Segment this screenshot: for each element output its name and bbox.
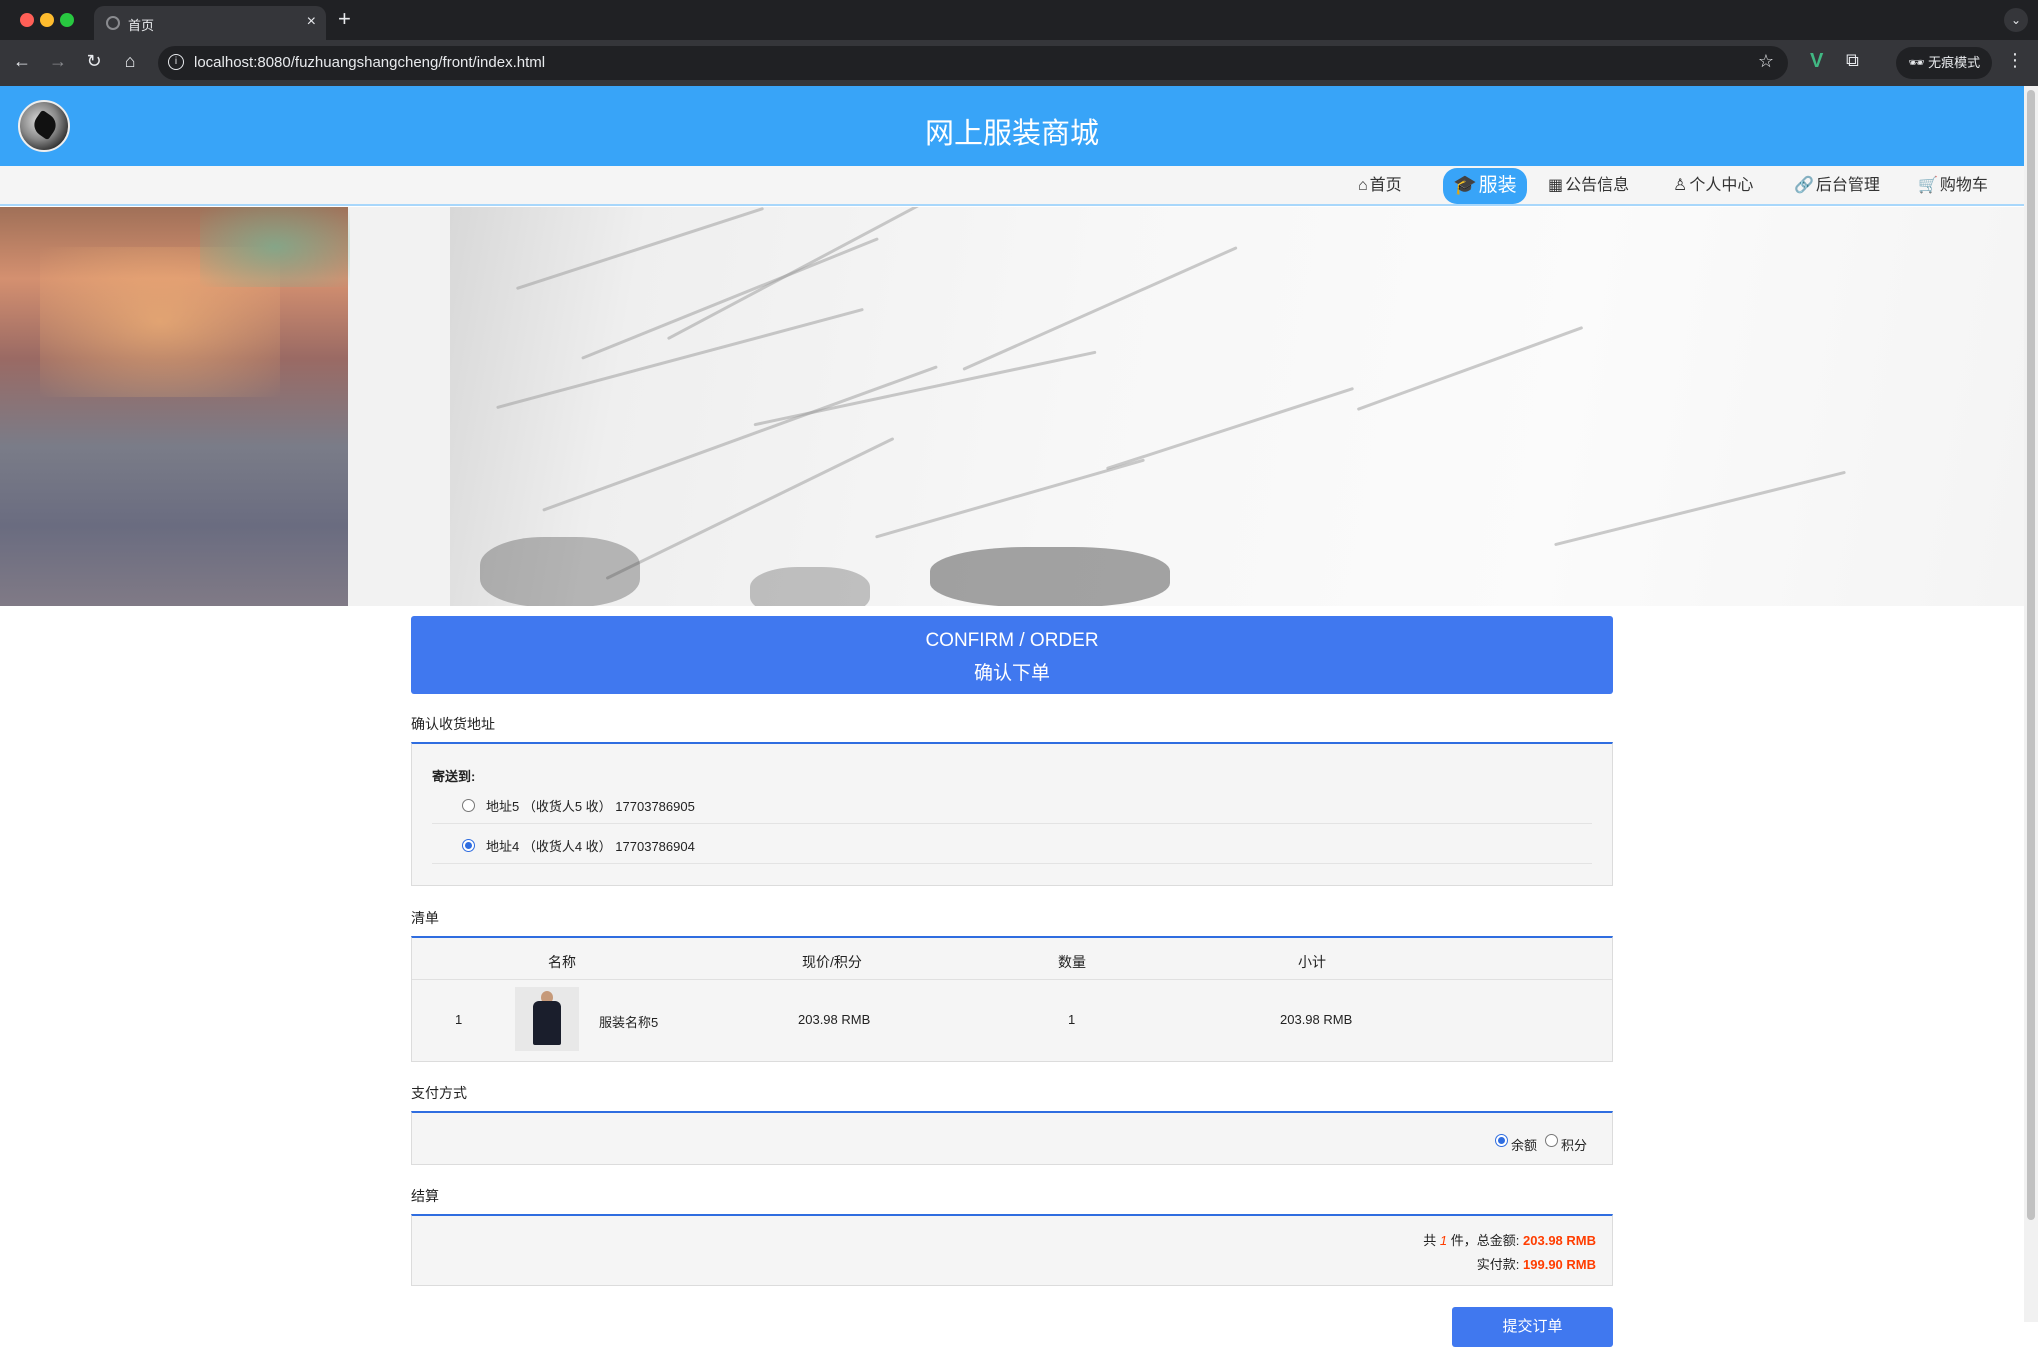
forward-arrow-icon[interactable]: → (46, 51, 70, 72)
address-section-label: 确认收货地址 (411, 716, 495, 732)
row-index: 1 (455, 1012, 463, 1027)
address-option-row[interactable]: 地址4 （收货人4 收） 17703786904 (432, 824, 1592, 864)
address-radio[interactable] (462, 799, 475, 812)
nav-item-label: 公告信息 (1565, 177, 1630, 194)
bookmark-star-icon[interactable]: ☆ (1758, 51, 1774, 72)
address-text: 地址5 （收货人5 收） 17703786905 (486, 799, 695, 814)
product-thumbnail (515, 987, 579, 1051)
incognito-indicator[interactable]: 🕶 无痕模式 (1896, 47, 1993, 79)
paid-amount: 199.90 RMB (1523, 1257, 1596, 1272)
address-text: 地址4 （收货人4 收） 17703786904 (486, 839, 695, 854)
tab-close-icon[interactable]: × (307, 13, 316, 31)
column-header-subtotal: 小计 (1298, 954, 1326, 970)
column-header-name: 名称 (548, 954, 576, 970)
new-tab-button[interactable]: + (338, 6, 351, 32)
url-text[interactable]: localhost:8080/fuzhuangshangcheng/front/… (194, 54, 545, 71)
banner-image-city-blur (0, 207, 350, 606)
nav-item-label: 服装 (1478, 175, 1517, 196)
list-section-label: 清单 (411, 910, 439, 926)
banner-carousel[interactable] (0, 207, 2024, 606)
extensions-puzzle-icon[interactable]: ⧉ (1846, 50, 1859, 71)
link-icon: 🔗 (1794, 177, 1814, 194)
payment-section-label: 支付方式 (411, 1085, 467, 1101)
nav-item-clothing[interactable]: 🎓 服装 (1443, 168, 1527, 204)
window-minimize-button[interactable] (40, 13, 54, 27)
nav-item-personal-center[interactable]: ♙ 个人中心 (1665, 173, 1761, 199)
address-option-row[interactable]: 地址5 （收货人5 收） 17703786905 (432, 784, 1592, 824)
scrollbar-thumb[interactable] (2027, 90, 2035, 1220)
product-subtotal: 203.98 RMB (1280, 1012, 1353, 1027)
confirm-order-title-en: CONFIRM / ORDER (925, 630, 1099, 651)
incognito-icon: 🕶 (1908, 55, 1929, 70)
browser-tab[interactable]: 首页 × (94, 6, 326, 40)
product-price: 203.98 RMB (798, 1012, 871, 1027)
submit-order-button[interactable]: 提交订单 (1452, 1307, 1613, 1347)
tab-title: 首页 (128, 18, 155, 33)
payment-radio-points[interactable] (1545, 1134, 1558, 1147)
reload-icon[interactable]: ↻ (82, 51, 106, 72)
product-name: 服装名称5 (599, 1015, 659, 1030)
total-label: 件，总金额: (1450, 1233, 1520, 1248)
window-close-button[interactable] (20, 13, 34, 27)
user-icon: ♙ (1673, 177, 1688, 194)
banner-image-abstract-strokes (450, 207, 2024, 606)
payment-option-points[interactable]: 积分 (1561, 1135, 1587, 1154)
total-line: 共 1 件，总金额: 203.98 RMB (1423, 1230, 1596, 1249)
page-scrollbar[interactable] (2024, 86, 2038, 1322)
browser-menu-kebab-icon[interactable]: ⋮ (2006, 50, 2024, 71)
nav-item-home[interactable]: ⌂ 首页 (1350, 173, 1410, 199)
vue-devtools-extension-icon[interactable]: V (1810, 50, 1823, 73)
payment-radio-balance[interactable] (1495, 1134, 1508, 1147)
address-box: 寄送到: 地址5 （收货人5 收） 17703786905 地址4 （收货人4 … (411, 742, 1613, 886)
tab-favicon-icon (106, 16, 120, 30)
send-to-label: 寄送到: (432, 769, 476, 784)
settlement-box: 共 1 件，总金额: 203.98 RMB 实付款: 199.90 RMB (411, 1214, 1613, 1286)
column-header-price: 现价/积分 (802, 954, 862, 970)
total-amount: 203.98 RMB (1523, 1233, 1596, 1248)
column-header-qty: 数量 (1058, 954, 1086, 970)
browser-tab-strip: 首页 × + ⌄ (0, 0, 2038, 40)
cart-icon: 🛒 (1918, 177, 1938, 194)
nav-item-notices[interactable]: ▦ 公告信息 (1540, 173, 1637, 199)
confirm-order-title-cn: 确认下单 (973, 663, 1050, 684)
home-icon: ⌂ (1358, 177, 1368, 194)
window-maximize-button[interactable] (60, 13, 74, 27)
product-qty: 1 (1068, 1012, 1076, 1027)
main-nav: ⌂ 首页 🎓 服装 ▦ 公告信息 ♙ 个人中心 🔗 后台管理 🛒 购物车 (0, 166, 2024, 206)
apps-grid-icon: ▦ (1548, 177, 1564, 194)
payment-option-balance[interactable]: 余额 (1511, 1135, 1537, 1154)
paid-label: 实付款: (1476, 1257, 1520, 1272)
nav-item-label: 购物车 (1939, 177, 1988, 194)
tab-search-chevron-icon[interactable]: ⌄ (2004, 8, 2028, 32)
nav-item-label: 首页 (1369, 177, 1402, 194)
browser-toolbar: ← → ↻ ⌂ i localhost:8080/fuzhuangshangch… (0, 40, 2038, 86)
site-header: 网上服装商城 (0, 86, 2024, 166)
order-items-table: 名称 现价/积分 数量 小计 1 服装名称5 203.98 RMB 1 203.… (411, 936, 1613, 1062)
confirm-order-header: CONFIRM / ORDER 确认下单 (411, 616, 1613, 694)
address-bar[interactable]: i localhost:8080/fuzhuangshangcheng/fron… (158, 46, 1788, 80)
paid-line: 实付款: 199.90 RMB (1477, 1254, 1596, 1273)
incognito-label: 无痕模式 (1928, 55, 1981, 70)
home-icon[interactable]: ⌂ (118, 51, 142, 72)
nav-item-label: 个人中心 (1689, 177, 1754, 194)
payment-box: 余额 积分 (411, 1111, 1613, 1165)
back-arrow-icon[interactable]: ← (10, 51, 34, 72)
graduation-cap-icon: 🎓 (1453, 175, 1477, 196)
site-title: 网上服装商城 (924, 118, 1099, 150)
address-radio-selected[interactable] (462, 839, 475, 852)
item-count: 1 (1439, 1233, 1448, 1248)
site-info-icon[interactable]: i (168, 54, 184, 70)
nav-item-cart[interactable]: 🛒 购物车 (1910, 173, 1996, 199)
nav-item-label: 后台管理 (1815, 177, 1880, 194)
total-prefix: 共 (1423, 1233, 1437, 1248)
nav-item-admin[interactable]: 🔗 后台管理 (1786, 173, 1888, 199)
settle-section-label: 结算 (411, 1188, 439, 1204)
